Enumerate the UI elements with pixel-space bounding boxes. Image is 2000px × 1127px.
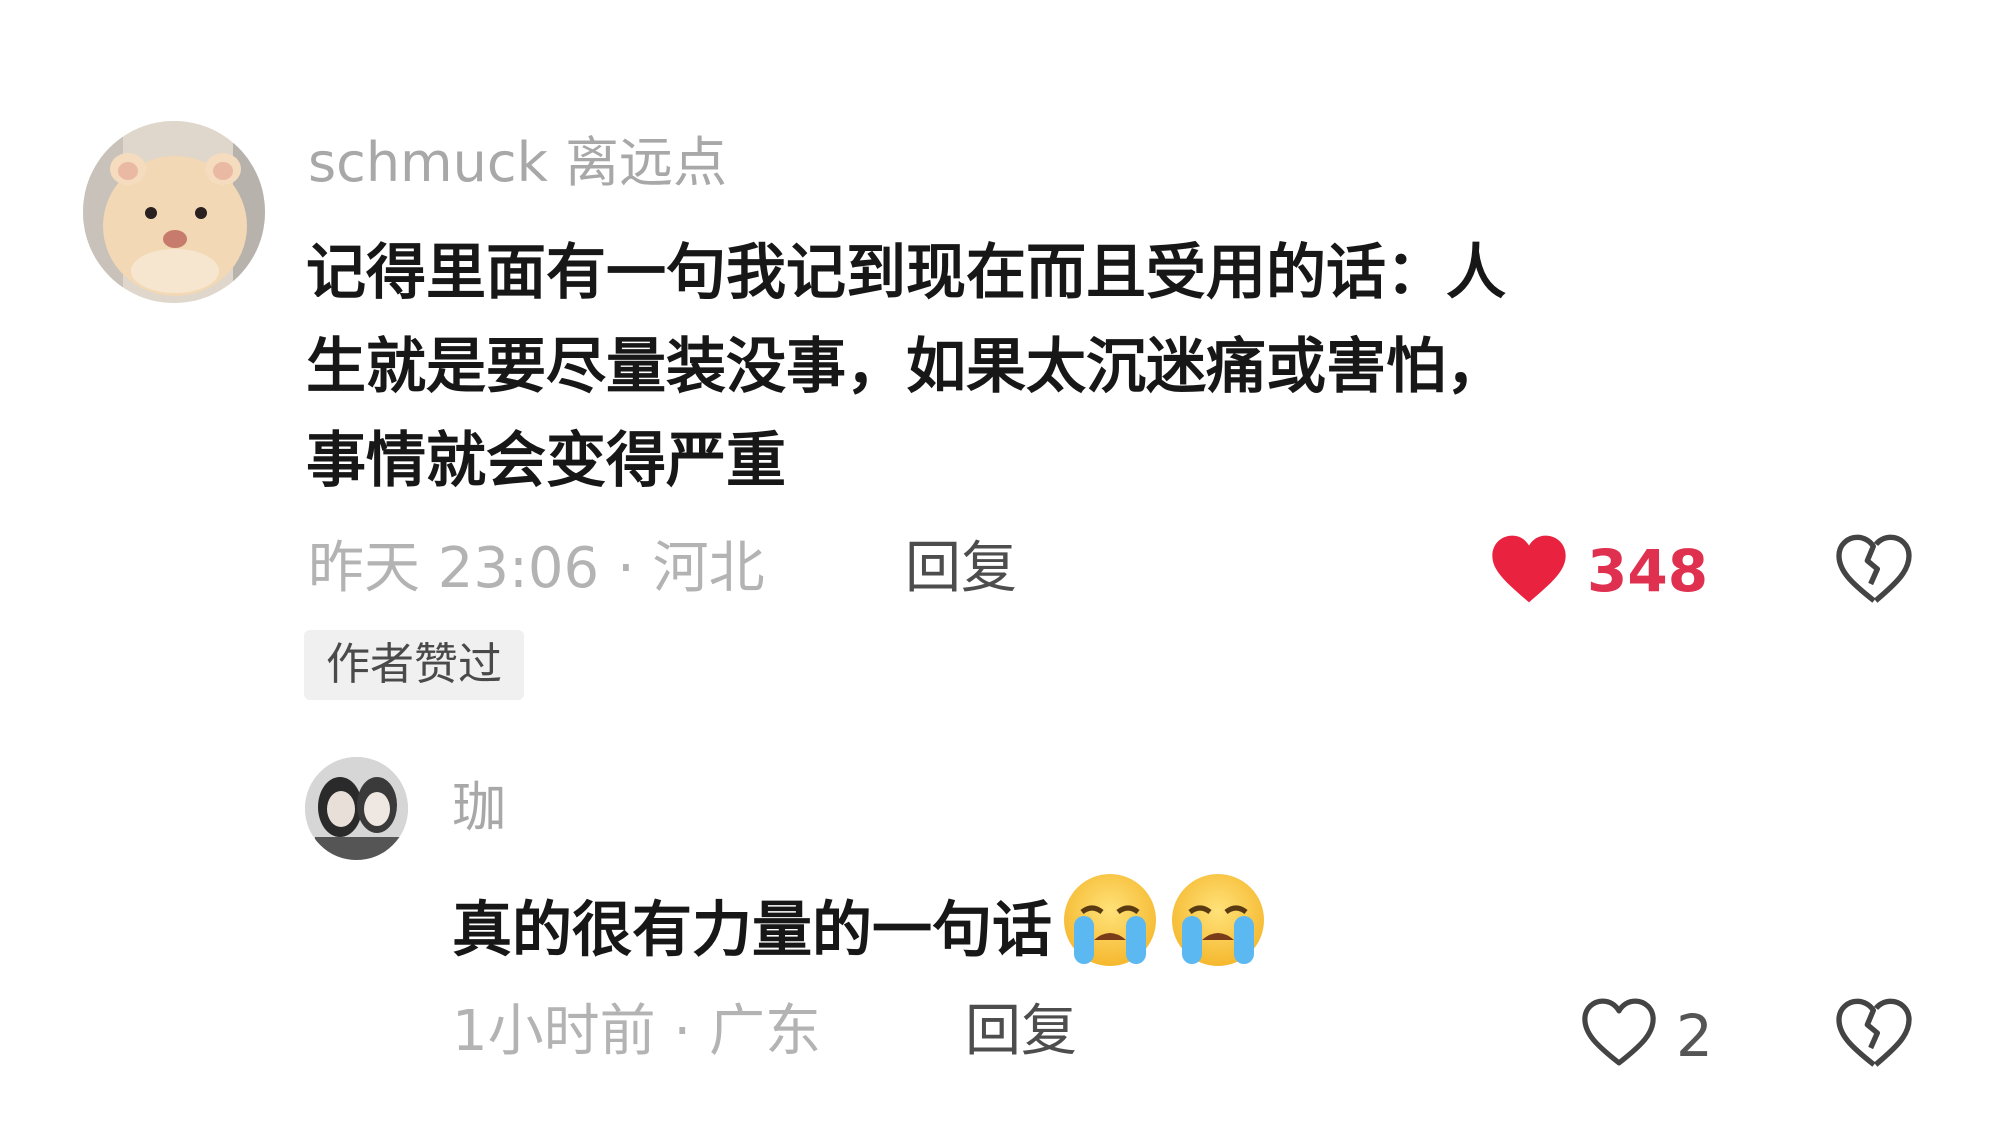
author-liked-badge: 作者赞过 (304, 630, 524, 700)
heart-filled-icon[interactable] (1489, 532, 1569, 606)
comment-username[interactable]: schmuck 离远点 (308, 133, 727, 193)
comment-text-line: 事情就会变得严重 (306, 426, 786, 496)
reply-time-location: 1小时前 · 广东 (452, 999, 822, 1064)
like-count: 348 (1587, 537, 1709, 605)
reply-text-body: 真的很有力量的一句话 (452, 895, 1052, 966)
reply-button[interactable]: 回复 (965, 1000, 1077, 1064)
reply-text: 真的很有力量的一句话 (452, 870, 1268, 998)
comment-text-line: 生就是要尽量装没事，如果太沉迷痛或害怕， (306, 332, 1506, 402)
reply-username[interactable]: 珈 (452, 778, 506, 838)
reply-button[interactable]: 回复 (905, 537, 1017, 601)
hamster-avatar-image (83, 121, 265, 303)
like-count: 2 (1676, 1002, 1713, 1070)
comment-text: 记得里面有一句我记到现在而且受用的话：人 生就是要尽量装没事，如果太沉迷痛或害怕… (306, 226, 1506, 508)
comment-text-line: 记得里面有一句我记到现在而且受用的话：人 (306, 238, 1506, 308)
comment-time-location: 昨天 23:06 · 河北 (308, 536, 765, 601)
crying-face-emoji (1168, 870, 1268, 998)
broken-heart-icon[interactable] (1834, 532, 1914, 606)
avatar[interactable] (305, 757, 408, 860)
heart-outline-icon[interactable] (1580, 996, 1658, 1068)
broken-heart-icon[interactable] (1834, 996, 1914, 1070)
avatar[interactable] (83, 121, 265, 303)
photo-avatar-image (305, 757, 408, 860)
crying-face-emoji (1060, 870, 1160, 998)
